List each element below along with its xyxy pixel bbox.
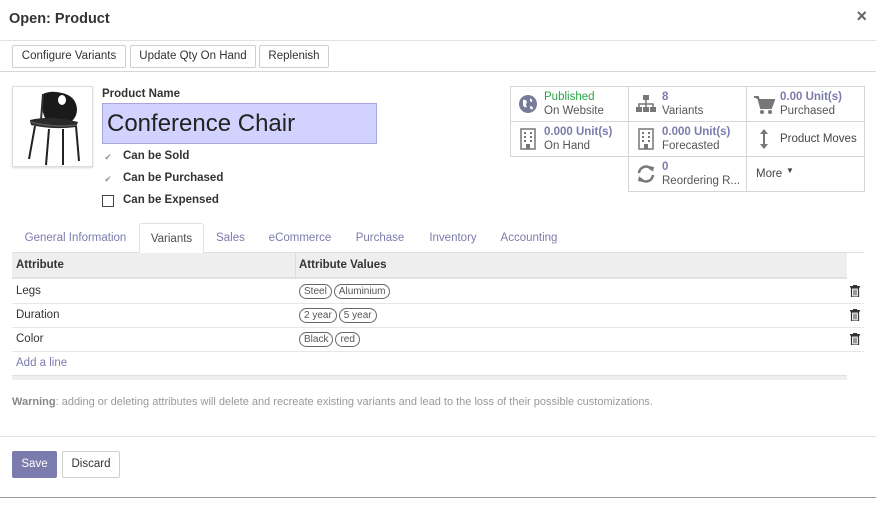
reordering-rules-button[interactable]: 0 Reordering R...: [628, 156, 747, 192]
attribute-values-cell: 2 year 5 year: [299, 308, 379, 323]
tab-inventory[interactable]: Inventory: [417, 223, 489, 253]
attribute-cell: Legs: [16, 285, 41, 297]
table-footer: [12, 375, 847, 380]
table-row[interactable]: Duration 2 year 5 year: [12, 304, 864, 328]
attributes-table-header: Attribute Attribute Values: [12, 253, 847, 279]
value-tag: red: [335, 332, 360, 347]
variants-label: Variants: [662, 105, 704, 117]
can-be-expensed-checkbox[interactable]: [102, 195, 114, 207]
more-dropdown[interactable]: More ▼: [746, 156, 865, 192]
tab-variants[interactable]: Variants: [139, 223, 204, 254]
building-icon: [520, 128, 536, 150]
attribute-cell: Duration: [16, 309, 60, 321]
forecasted-qty: 0.000 Unit(s): [662, 126, 731, 138]
building-icon: [638, 128, 654, 150]
notebook-tabs: General Information Variants Sales eComm…: [12, 223, 864, 254]
published-sublabel: On Website: [544, 105, 604, 117]
can-be-expensed-label: Can be Expensed: [123, 194, 219, 206]
tab-ecommerce[interactable]: eCommerce: [257, 223, 343, 253]
tab-sales[interactable]: Sales: [204, 223, 257, 253]
warning-label: Warning: [12, 396, 56, 408]
purchased-label: Purchased: [780, 105, 835, 117]
published-status: Published: [544, 91, 595, 103]
close-icon[interactable]: ×: [856, 6, 867, 27]
forecasted-label: Forecasted: [662, 140, 720, 152]
purchased-button[interactable]: 0.00 Unit(s) Purchased: [746, 86, 865, 122]
on-hand-button[interactable]: 0.000 Unit(s) On Hand: [510, 121, 629, 157]
attribute-column-header[interactable]: Attribute: [16, 259, 64, 271]
reordering-label: Reordering R...: [662, 175, 740, 187]
value-tag: Steel: [299, 284, 332, 299]
reordering-count: 0: [662, 161, 669, 173]
modal-title: Open: Product: [9, 11, 110, 27]
trash-icon[interactable]: [850, 285, 860, 297]
can-be-purchased-checkbox[interactable]: ✔: [102, 173, 114, 185]
product-name-input[interactable]: Conference Chair: [102, 103, 377, 144]
tab-general-information[interactable]: General Information: [12, 223, 139, 253]
replenish-button[interactable]: Replenish: [259, 45, 329, 68]
variants-count: 8: [662, 91, 669, 103]
on-hand-qty: 0.000 Unit(s): [544, 126, 613, 138]
variants-warning: Warning: adding or deleting attributes w…: [12, 396, 653, 408]
value-tag: 2 year: [299, 308, 337, 323]
variants-button[interactable]: 8 Variants: [628, 86, 747, 122]
refresh-icon: [637, 165, 655, 183]
trash-icon[interactable]: [850, 333, 860, 345]
can-be-sold-label: Can be Sold: [123, 150, 190, 162]
action-toolbar: Configure Variants Update Qty On Hand Re…: [0, 41, 876, 72]
value-tag: Black: [299, 332, 334, 347]
attribute-values-cell: Black red: [299, 332, 362, 347]
value-tag: Aluminium: [333, 284, 391, 299]
discard-button[interactable]: Discard: [62, 451, 120, 478]
more-label: More: [756, 168, 783, 180]
update-qty-button[interactable]: Update Qty On Hand: [130, 45, 256, 68]
footer-divider: [0, 436, 876, 437]
attribute-cell: Color: [16, 333, 44, 345]
warning-text: : adding or deleting attributes will del…: [55, 396, 653, 408]
trash-icon[interactable]: [850, 309, 860, 321]
purchased-qty: 0.00 Unit(s): [780, 91, 842, 103]
modal-header: Open: Product ×: [0, 0, 876, 41]
attribute-values-cell: Steel Aluminium: [299, 284, 392, 299]
updown-arrows-icon: [760, 129, 768, 149]
published-button[interactable]: Published On Website: [510, 86, 629, 122]
product-moves-label: Product Moves: [780, 133, 857, 145]
on-hand-label: On Hand: [544, 140, 591, 152]
can-be-sold-checkbox[interactable]: ✔: [102, 151, 114, 163]
table-row[interactable]: Color Black red: [12, 328, 864, 352]
configure-variants-button[interactable]: Configure Variants: [12, 45, 126, 68]
add-line-link[interactable]: Add a line: [16, 357, 67, 369]
cart-icon: [754, 96, 775, 114]
sitemap-icon: [636, 95, 656, 112]
bottom-divider: [0, 497, 876, 498]
table-row[interactable]: Legs Steel Aluminium: [12, 280, 864, 304]
tab-accounting[interactable]: Accounting: [489, 223, 569, 253]
save-button[interactable]: Save: [12, 451, 57, 478]
product-name-label: Product Name: [102, 88, 180, 100]
product-image[interactable]: [12, 86, 93, 167]
chair-image: [28, 91, 80, 166]
tab-purchase[interactable]: Purchase: [343, 223, 417, 253]
column-separator: [295, 253, 296, 279]
attribute-values-column-header[interactable]: Attribute Values: [299, 259, 387, 271]
caret-down-icon: ▼: [786, 166, 794, 175]
globe-icon: [519, 95, 537, 113]
value-tag: 5 year: [338, 308, 377, 323]
product-moves-button[interactable]: Product Moves: [746, 121, 865, 157]
forecasted-button[interactable]: 0.000 Unit(s) Forecasted: [628, 121, 747, 157]
can-be-purchased-label: Can be Purchased: [123, 172, 224, 184]
smart-buttons: Published On Website 8 Variants 0.00 Uni…: [510, 86, 865, 193]
